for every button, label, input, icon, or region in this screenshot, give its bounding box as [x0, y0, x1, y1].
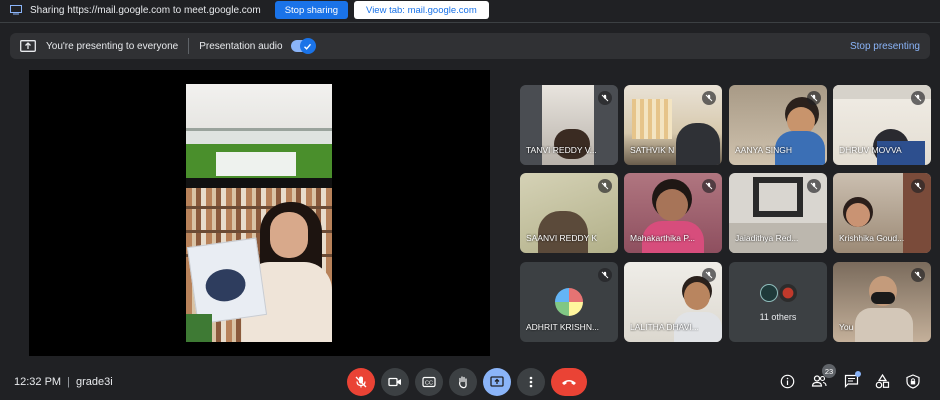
- stop-sharing-button[interactable]: Stop sharing: [274, 1, 349, 19]
- info-icon: [780, 374, 794, 388]
- clock-time: 12:32 PM: [14, 376, 62, 388]
- participant-tile[interactable]: TANVI REDDY V...: [520, 85, 618, 165]
- captions-icon: CC: [422, 376, 436, 388]
- present-screen-icon: [490, 376, 504, 387]
- presentation-audio-label: Presentation audio: [199, 40, 283, 52]
- participant-name: TANVI REDDY V...: [526, 145, 597, 155]
- presentation-stage: [29, 70, 490, 356]
- camera-icon: [388, 377, 401, 387]
- participant-tile[interactable]: Jaiadithya Red...: [729, 173, 827, 253]
- presenting-status: You're presenting to everyone: [46, 40, 179, 52]
- raise-hand-button[interactable]: [449, 368, 477, 396]
- divider: [0, 22, 940, 23]
- meeting-code: grade3i: [75, 376, 113, 388]
- mic-off-icon: [598, 91, 612, 105]
- stop-presenting-button[interactable]: Stop presenting: [850, 41, 920, 52]
- mic-toggle-button[interactable]: [347, 368, 375, 396]
- notification-dot: [855, 371, 861, 377]
- participant-name: DHRUV MOVVA: [839, 145, 902, 155]
- mic-off-icon: [911, 91, 925, 105]
- more-vert-icon: [529, 376, 533, 388]
- mic-off-icon: [355, 376, 367, 388]
- mic-off-icon: [702, 91, 716, 105]
- participant-name: You: [839, 322, 854, 332]
- hand-icon: [459, 376, 467, 389]
- avatar: [779, 284, 797, 302]
- others-count: 11 others: [759, 312, 797, 322]
- bottom-toolbar: 12:32 PM | grade3i CC 23: [0, 362, 940, 400]
- presentation-audio-toggle[interactable]: [290, 38, 316, 54]
- toggle-check-icon: [299, 38, 316, 54]
- view-tab-button[interactable]: View tab: mail.google.com: [354, 1, 489, 19]
- participant-name: ADHRIT KRISHN...: [526, 322, 600, 332]
- svg-text:CC: CC: [425, 381, 433, 387]
- participant-tile[interactable]: SAANVI REDDY K: [520, 173, 618, 253]
- shield-lock-icon: [906, 373, 920, 389]
- present-screen-icon: [20, 40, 36, 52]
- participant-tile[interactable]: Krishhika Goud...: [833, 173, 931, 253]
- meeting-details-button[interactable]: [778, 372, 796, 390]
- participant-tile[interactable]: AANYA SINGH: [729, 85, 827, 165]
- people-button[interactable]: 23: [810, 364, 836, 390]
- participant-tile[interactable]: SATHVIK N: [624, 85, 722, 165]
- participant-name: Krishhika Goud...: [839, 233, 905, 243]
- participant-name: LALITHA DHAVI...: [630, 322, 699, 332]
- mic-off-icon: [702, 268, 716, 282]
- present-now-button[interactable]: [483, 368, 511, 396]
- mic-off-icon: [911, 268, 925, 282]
- participant-tile[interactable]: LALITHA DHAVI...: [624, 262, 722, 342]
- participant-name: SATHVIK N: [630, 145, 675, 155]
- leave-call-button[interactable]: [551, 368, 587, 396]
- self-tile[interactable]: You: [833, 262, 931, 342]
- avatar: [555, 288, 583, 316]
- presented-video: [186, 84, 332, 342]
- camera-toggle-button[interactable]: [381, 368, 409, 396]
- mic-off-icon: [807, 179, 821, 193]
- sharing-text: Sharing https://mail.google.com to meet.…: [30, 4, 261, 16]
- call-end-icon: [562, 380, 576, 385]
- participant-tile[interactable]: Mahakarthika P...: [624, 173, 722, 253]
- participant-tile[interactable]: DHRUV MOVVA: [833, 85, 931, 165]
- mic-off-icon: [807, 91, 821, 105]
- meet-window: Sharing https://mail.google.com to meet.…: [0, 0, 940, 400]
- mic-off-icon: [598, 179, 612, 193]
- mic-off-icon: [702, 179, 716, 193]
- shapes-icon: [875, 373, 889, 388]
- mic-off-icon: [598, 268, 612, 282]
- participant-name: SAANVI REDDY K: [526, 233, 598, 243]
- others-tile[interactable]: 11 others: [729, 262, 827, 342]
- participant-name: Jaiadithya Red...: [735, 233, 799, 243]
- participant-name: Mahakarthika P...: [630, 233, 696, 243]
- participant-name: AANYA SINGH: [735, 145, 792, 155]
- meeting-info: 12:32 PM | grade3i: [14, 376, 113, 388]
- mic-off-icon: [911, 179, 925, 193]
- people-count-badge: 23: [822, 364, 836, 378]
- presenting-banner: You're presenting to everyone Presentati…: [10, 33, 930, 59]
- sharing-bar: Sharing https://mail.google.com to meet.…: [0, 0, 940, 20]
- activities-button[interactable]: [873, 372, 891, 390]
- separator: |: [67, 376, 70, 388]
- host-controls-button[interactable]: [904, 372, 922, 390]
- avatar: [760, 284, 778, 302]
- separator: [188, 38, 190, 54]
- chat-button[interactable]: [842, 371, 861, 390]
- captions-button[interactable]: CC: [415, 368, 443, 396]
- screen-share-icon: [10, 5, 22, 15]
- participant-tile[interactable]: ADHRIT KRISHN...: [520, 262, 618, 342]
- more-options-button[interactable]: [517, 368, 545, 396]
